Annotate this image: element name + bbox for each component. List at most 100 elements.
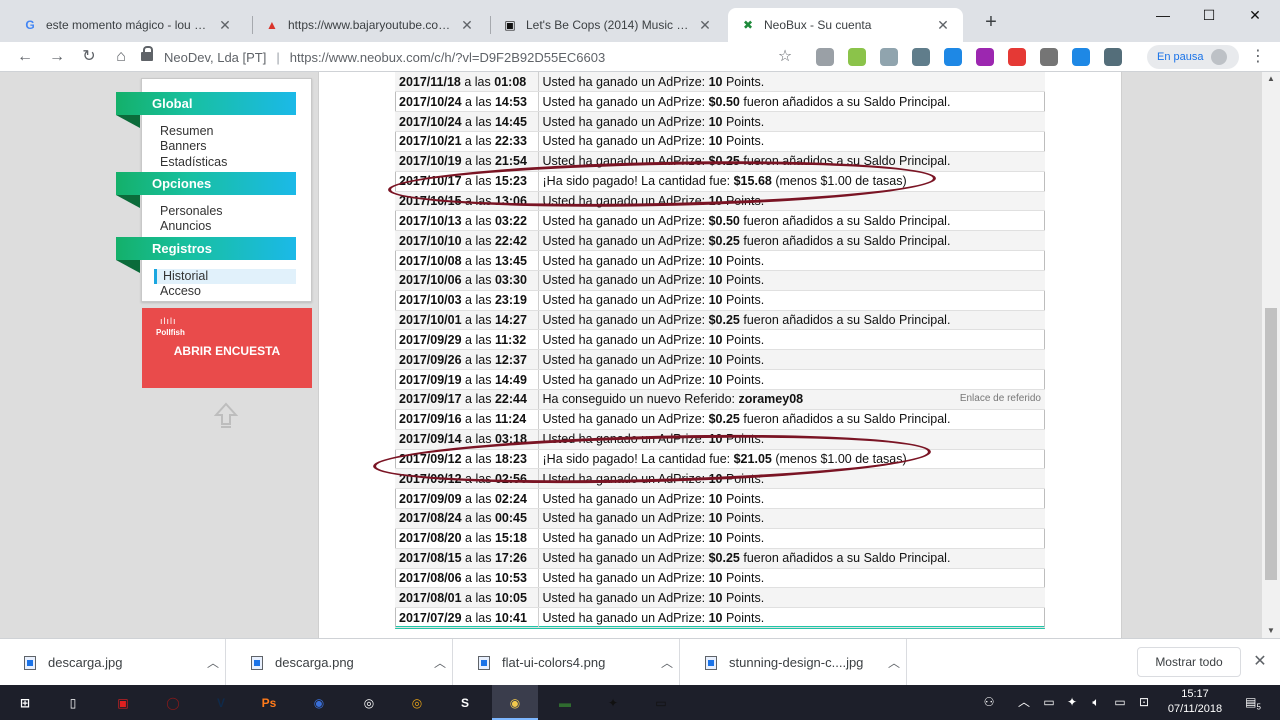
forward-arrow-icon[interactable]: →	[46, 46, 68, 68]
history-time: 21:54	[494, 154, 527, 169]
referral-link[interactable]: Enlace de referido	[960, 393, 1041, 404]
close-window-button[interactable]: ✕	[1232, 4, 1278, 26]
close-download-bar-icon[interactable]: ✕	[1250, 651, 1270, 673]
history-amount: $0.25	[708, 551, 740, 566]
app-icon[interactable]: ✦	[600, 690, 626, 716]
sidebar-menu: Global Resumen Banners Estadísticas Opci…	[116, 78, 312, 302]
firefox-icon[interactable]: ◉	[306, 690, 332, 716]
system-clock[interactable]: 15:17 07/11/2018	[1160, 687, 1230, 717]
tab-lou-reed[interactable]: G este momento mágico - lou reed ✕	[10, 8, 245, 42]
onedrive-icon[interactable]: ▭	[1040, 685, 1058, 720]
minimize-button[interactable]: —	[1140, 4, 1186, 26]
extension-icon[interactable]	[944, 48, 962, 66]
tab-neobux[interactable]: ✖ NeoBux - Su cuenta ✕	[728, 8, 963, 42]
tab-lets-be-cops[interactable]: ▣ Let's Be Cops (2014) Music Soun ✕	[490, 8, 725, 42]
new-tab-button[interactable]: +	[980, 12, 1002, 34]
bookmark-star-icon[interactable]: ☆	[774, 46, 796, 68]
scroll-down-arrow-icon[interactable]: ▼	[1262, 624, 1280, 638]
tab-close-icon[interactable]: ✕	[935, 17, 951, 34]
history-amount: 10	[708, 134, 723, 149]
scroll-top-arrow-icon[interactable]	[214, 402, 238, 428]
open-survey-button[interactable]: ABRIR ENCUESTA	[142, 344, 312, 358]
extension-icon[interactable]	[976, 48, 994, 66]
winrar-icon[interactable]: V	[208, 690, 234, 716]
tray-app-icon[interactable]: ✦	[1062, 685, 1082, 720]
opera-icon[interactable]: ◯	[160, 690, 186, 716]
page-scrollbar[interactable]: ▲ ▼	[1262, 72, 1280, 638]
browser-menu-icon[interactable]: ⋮	[1250, 46, 1266, 68]
lock-icon[interactable]	[140, 46, 154, 63]
download-filename: stunning-design-c....jpg	[729, 655, 864, 670]
chevron-up-icon[interactable]: ︿	[655, 654, 679, 671]
survey-banner[interactable]: ılılı Pollfish ABRIR ENCUESTA	[142, 308, 312, 388]
download-item[interactable]: descarga.png ︿	[227, 639, 453, 686]
file-explorer-icon[interactable]: ▬	[552, 690, 578, 716]
terminal-icon[interactable]: ▭	[648, 690, 674, 716]
reload-icon[interactable]: ↻	[78, 46, 100, 68]
show-all-downloads-button[interactable]: Mostrar todo	[1137, 647, 1241, 677]
bajaryoutube-icon: ▲	[266, 18, 278, 32]
chrome-icon[interactable]: ◉	[502, 690, 528, 716]
sidebar-item-historial[interactable]: Historial	[154, 269, 296, 284]
table-row: 2017/11/18 a las 01:08 Usted ha ganado un…	[395, 72, 1045, 93]
table-row: 2017/10/03 a las 23:19 Usted ha ganado un…	[395, 290, 1045, 311]
scroll-up-arrow-icon[interactable]: ▲	[1262, 72, 1280, 86]
section-opciones[interactable]: Opciones	[116, 172, 296, 208]
table-row: 2017/09/14 a las 03:18 Usted ha ganado un…	[395, 429, 1045, 450]
sidebar-item-acceso[interactable]: Acceso	[160, 284, 201, 299]
battery-icon[interactable]: ▭	[1110, 685, 1130, 720]
download-item[interactable]: stunning-design-c....jpg ︿	[681, 639, 907, 686]
tab-bajaryoutube[interactable]: ▲ https://www.bajaryoutube.com/v ✕	[252, 8, 487, 42]
history-suffix: Points.	[722, 610, 765, 625]
tray-expand-icon[interactable]: ︿	[1014, 685, 1034, 720]
extension-icon[interactable]	[1072, 48, 1090, 66]
profile-pause-button[interactable]: En pausa	[1147, 45, 1239, 69]
chevron-up-icon[interactable]: ︿	[882, 654, 906, 671]
tab-title: NeoBux - Su cuenta	[764, 18, 872, 32]
sidebar-item-personales[interactable]: Personales	[160, 204, 223, 219]
task-view-icon[interactable]: ▯	[60, 690, 86, 716]
tab-close-icon[interactable]: ✕	[217, 17, 233, 34]
chromium-icon[interactable]: ◎	[356, 690, 382, 716]
section-global[interactable]: Global	[116, 92, 296, 128]
section-registros[interactable]: Registros	[116, 237, 296, 273]
store-icon[interactable]: ▣	[110, 690, 136, 716]
volume-icon[interactable]: 🔈︎	[1086, 685, 1106, 720]
windows-start-icon[interactable]: ⊞	[12, 690, 38, 716]
home-icon[interactable]: ⌂	[110, 46, 132, 68]
extension-icon[interactable]	[1008, 48, 1026, 66]
notifications-icon[interactable]: ▤5	[1238, 685, 1268, 720]
download-item[interactable]: descarga.jpg ︿	[0, 639, 226, 686]
history-suffix: Points.	[722, 372, 765, 387]
history-date: 2017/10/08	[399, 253, 462, 268]
maximize-button[interactable]: ☐	[1186, 4, 1232, 26]
tab-close-icon[interactable]: ✕	[459, 17, 475, 34]
network-icon[interactable]: ⊡	[1134, 685, 1154, 720]
sidebar-item-anuncios[interactable]: Anuncios	[160, 219, 211, 234]
media-player-icon[interactable]: ◎	[404, 690, 430, 716]
sublime-icon[interactable]: S	[452, 690, 478, 716]
extension-icon[interactable]	[880, 48, 898, 66]
sidebar-item-estadisticas[interactable]: Estadísticas	[160, 155, 227, 170]
extension-icon[interactable]	[816, 48, 834, 66]
history-suffix: Points.	[722, 253, 765, 268]
history-date: 2017/11/18	[399, 74, 461, 89]
windows-taskbar: ⊞ ▯ ▣ ◯ V Ps ◉ ◎ ◎ S ◉ ▬ ✦ ▭ ⚇ ︿ ▭ ✦ 🔈︎ ▭ ⊡ 15:17 07/…	[0, 685, 1280, 720]
people-icon[interactable]: ⚇	[978, 685, 1000, 720]
chevron-up-icon[interactable]: ︿	[428, 654, 452, 671]
scroll-thumb[interactable]	[1265, 308, 1277, 580]
sidebar-item-banners[interactable]: Banners	[160, 139, 207, 154]
chevron-up-icon[interactable]: ︿	[201, 654, 225, 671]
sidebar-item-resumen[interactable]: Resumen	[160, 124, 214, 139]
download-item[interactable]: flat-ui-colors4.png ︿	[454, 639, 680, 686]
extension-icon[interactable]	[1040, 48, 1058, 66]
extension-icon[interactable]	[912, 48, 930, 66]
tab-close-icon[interactable]: ✕	[697, 17, 713, 34]
photoshop-icon[interactable]: Ps	[256, 690, 282, 716]
address-bar[interactable]: NeoDev, Lda [PT] | https://www.neobux.co…	[140, 45, 800, 69]
extension-icon[interactable]	[848, 48, 866, 66]
image-file-icon	[251, 655, 263, 670]
extension-icon[interactable]	[1104, 48, 1122, 66]
history-time: 13:06	[494, 193, 527, 208]
back-arrow-icon[interactable]: ←	[14, 46, 36, 68]
